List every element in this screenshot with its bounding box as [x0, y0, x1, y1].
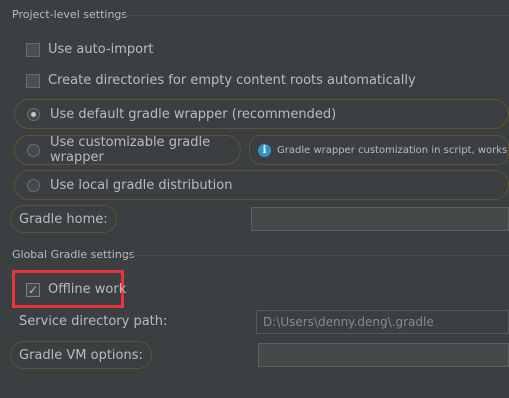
service-directory-field[interactable]: D:\Users\denny.deng\.gradle	[256, 310, 509, 334]
wrapper-info-tip: i Gradle wrapper customization in script…	[249, 135, 509, 165]
gradle-home-field[interactable]	[251, 207, 509, 231]
checkbox-icon[interactable]	[26, 42, 40, 57]
offline-work-checkbox[interactable]: ✓ Offline work	[26, 282, 126, 297]
radio-default-wrapper-label: Use default gradle wrapper (recommended)	[50, 106, 337, 122]
radio-customizable-wrapper-label: Use customizable gradle wrapper	[50, 135, 211, 165]
radio-selected-icon[interactable]	[27, 107, 40, 121]
radio-default-wrapper[interactable]: Use default gradle wrapper (recommended)	[14, 99, 509, 129]
project-settings-title: Project-level settings	[12, 8, 128, 21]
create-dirs-label: Create directories for empty content roo…	[48, 73, 416, 88]
radio-icon[interactable]	[27, 143, 40, 157]
gradle-home-label: Gradle home:	[10, 205, 117, 233]
use-auto-import-label: Use auto-import	[48, 42, 154, 57]
offline-work-label: Offline work	[48, 282, 127, 297]
vm-options-label: Gradle VM options:	[10, 341, 152, 369]
radio-local-distribution-label: Use local gradle distribution	[50, 177, 233, 193]
wrapper-info-text: Gradle wrapper customization in script, …	[277, 144, 508, 156]
info-icon: i	[258, 143, 271, 157]
global-settings-title: Global Gradle settings	[12, 248, 135, 261]
radio-icon[interactable]	[27, 178, 40, 192]
project-settings-divider	[120, 15, 509, 16]
service-directory-label: Service directory path:	[19, 314, 168, 329]
vm-options-field[interactable]	[258, 343, 509, 367]
create-dirs-checkbox[interactable]: Create directories for empty content roo…	[26, 73, 416, 88]
checkbox-icon[interactable]	[26, 73, 40, 88]
use-auto-import-checkbox[interactable]: Use auto-import	[26, 42, 154, 57]
global-settings-divider	[124, 255, 509, 256]
checkmark-icon[interactable]: ✓	[26, 282, 40, 297]
radio-local-distribution[interactable]: Use local gradle distribution	[14, 170, 509, 200]
radio-customizable-wrapper[interactable]: Use customizable gradle wrapper	[14, 135, 241, 165]
gradle-settings-panel: Project-level settings Use auto-import C…	[0, 0, 509, 398]
